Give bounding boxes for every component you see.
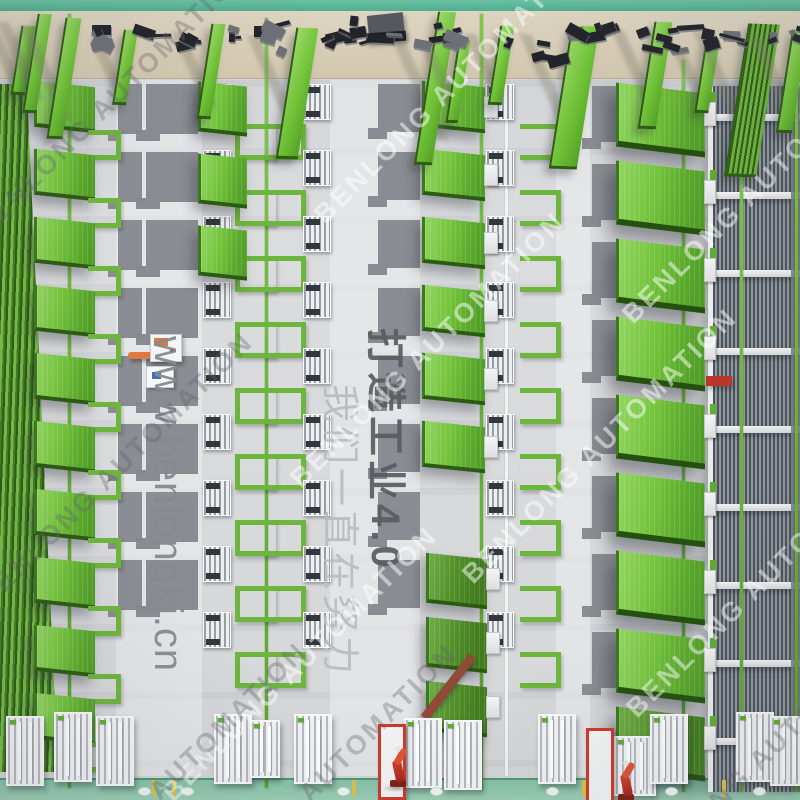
vignette-overlay	[0, 0, 800, 800]
factory-render-scene: www.benlongkj.cn 打造工业4.0 我们一直在努力 BENLONG…	[0, 0, 800, 800]
